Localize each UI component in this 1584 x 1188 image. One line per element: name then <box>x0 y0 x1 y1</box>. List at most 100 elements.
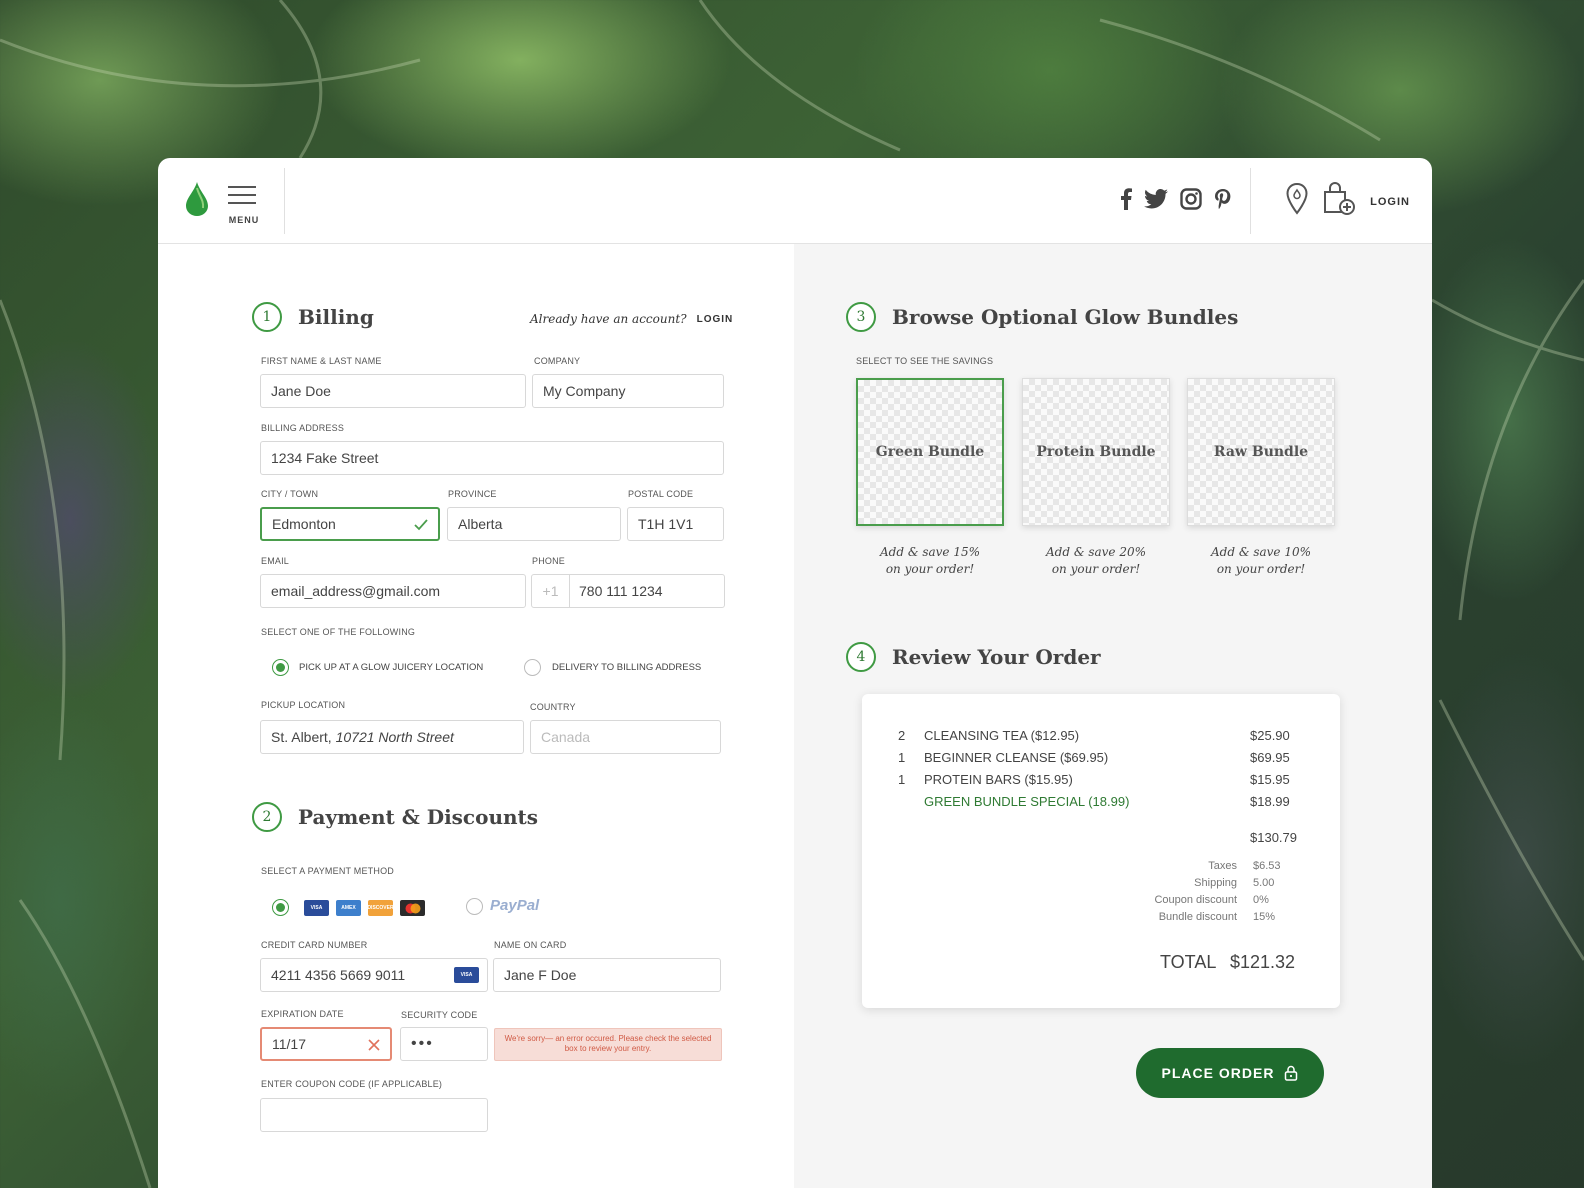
city-field[interactable]: Edmonton <box>260 507 440 541</box>
delivery-radio[interactable] <box>524 659 541 676</box>
name-field[interactable]: Jane Doe <box>260 374 526 408</box>
card-radio[interactable] <box>272 899 289 916</box>
paypal-logo[interactable]: PayPal <box>490 897 539 914</box>
coupon-field[interactable] <box>260 1098 488 1132</box>
bundle-line-item: GREEN BUNDLE SPECIAL (18.99) <box>924 794 1130 809</box>
discover-logo: DISCOVER <box>367 900 394 916</box>
total-value: $121.32 <box>1230 952 1296 972</box>
savings-line: Add & save 10% <box>1210 545 1312 559</box>
card-name-label: NAME ON CARD <box>494 940 567 950</box>
address-label: BILLING ADDRESS <box>261 423 345 433</box>
place-order-button[interactable]: PLACE ORDER <box>1136 1048 1324 1098</box>
account-nav: LOGIN <box>1286 182 1410 221</box>
expiration-value: 11/17 <box>272 1036 306 1052</box>
visa-badge: VISA <box>454 967 479 983</box>
pickup-option-label[interactable]: PICK UP AT A GLOW JUICERY LOCATION <box>299 662 483 673</box>
glow-logo[interactable] <box>186 182 208 216</box>
email-field[interactable]: email_address@gmail.com <box>260 574 526 608</box>
company-label: COMPANY <box>534 356 581 366</box>
delivery-select-label: SELECT ONE OF THE FOLLOWING <box>261 627 416 637</box>
bundle-name: Protein Bundle <box>1036 444 1156 460</box>
summary-label: Bundle discount <box>1158 911 1237 923</box>
cc-label: CREDIT CARD NUMBER <box>261 940 368 950</box>
amex-logo: AMEX <box>336 900 361 916</box>
bundle-name: Raw Bundle <box>1213 444 1309 460</box>
savings-line: Add & save 20% <box>1045 545 1147 559</box>
header-login-link[interactable]: LOGIN <box>1370 196 1410 208</box>
name-label: FIRST NAME & LAST NAME <box>261 356 382 366</box>
top-nav: MENU LOGIN <box>158 158 1432 244</box>
savings-line: Add & save 15% <box>879 545 981 559</box>
review-heading: 4 Review Your Order <box>846 642 1101 672</box>
step-number: 1 <box>252 302 282 332</box>
line-item: BEGINNER CLEANSE ($69.95) <box>924 750 1109 765</box>
left-column: 1 Billing Already have an account? LOGIN… <box>158 244 794 1188</box>
menu-button[interactable]: MENU <box>228 186 260 228</box>
delivery-option-label[interactable]: DELIVERY TO BILLING ADDRESS <box>552 662 701 673</box>
protein-bundle-card[interactable]: Protein Bundle <box>1022 378 1170 526</box>
line-price: $15.95 <box>1250 772 1290 787</box>
summary-value: 15% <box>1253 911 1276 923</box>
email-label: EMAIL <box>261 556 290 566</box>
summary-value: $6.53 <box>1253 860 1281 872</box>
summary-label: Coupon discount <box>1154 894 1237 906</box>
postal-label: POSTAL CODE <box>628 489 694 499</box>
lock-icon <box>1285 1065 1298 1081</box>
order-summary: 2 CLEANSING TEA ($12.95) $25.90 1 BEGINN… <box>862 694 1340 1008</box>
phone-value: 780 111 1234 <box>579 583 663 599</box>
address-field[interactable]: 1234 Fake Street <box>260 441 724 475</box>
bundle-savings: Add & save 10% on your order! <box>1186 544 1336 578</box>
line-price: $18.99 <box>1250 794 1290 809</box>
city-label: CITY / TOWN <box>261 489 319 499</box>
social-links <box>1120 188 1232 215</box>
line-item: PROTEIN BARS ($15.95) <box>924 772 1073 787</box>
pickup-city: St. Albert, <box>271 729 332 745</box>
expiration-field[interactable]: 11/17 <box>260 1027 392 1061</box>
bundles-heading: 3 Browse Optional Glow Bundles <box>846 302 1238 332</box>
cc-number-field[interactable]: 4211 4356 5669 9011 VISA <box>260 958 488 992</box>
line-price: $69.95 <box>1250 750 1290 765</box>
section-title: Review Your Order <box>892 645 1101 669</box>
savings-line: on your order! <box>1216 562 1306 576</box>
shopping-bag-add-icon[interactable] <box>1322 182 1356 221</box>
postal-field[interactable]: T1H 1V1 <box>627 507 724 541</box>
summary-label: Taxes <box>1208 860 1237 872</box>
total-label: TOTAL <box>1160 952 1217 972</box>
facebook-icon[interactable] <box>1120 188 1132 215</box>
section-title: Billing <box>298 305 374 329</box>
paypal-radio[interactable] <box>466 898 483 915</box>
step-number: 2 <box>252 802 282 832</box>
city-value: Edmonton <box>272 516 336 532</box>
company-field[interactable]: My Company <box>532 374 724 408</box>
twitter-icon[interactable] <box>1144 188 1168 214</box>
error-message: We're sorry— an error occured. Please ch… <box>494 1028 722 1061</box>
card-name-field[interactable]: Jane F Doe <box>493 958 721 992</box>
raw-bundle-card[interactable]: Raw Bundle <box>1187 378 1335 526</box>
pickup-radio[interactable] <box>272 659 289 676</box>
step-number: 4 <box>846 642 876 672</box>
step-number: 3 <box>846 302 876 332</box>
account-prompt-text: Already have an account? <box>530 312 687 326</box>
billing-login-link[interactable]: LOGIN <box>697 314 734 325</box>
province-label: PROVINCE <box>448 489 497 499</box>
summary-value: 0% <box>1253 894 1269 906</box>
subtotal: $130.79 <box>1250 830 1297 845</box>
security-code-field[interactable]: ••• <box>400 1027 488 1061</box>
instagram-icon[interactable] <box>1180 188 1202 215</box>
bundle-savings: Add & save 20% on your order! <box>1021 544 1171 578</box>
summary-value: 5.00 <box>1253 877 1275 889</box>
phone-field[interactable]: +1 780 111 1234 <box>531 574 725 608</box>
cc-number-value: 4211 4356 5669 9011 <box>271 967 406 983</box>
line-item: CLEANSING TEA ($12.95) <box>924 728 1080 743</box>
pickup-location-field[interactable]: St. Albert, 10721 North Street <box>260 720 524 754</box>
province-field[interactable]: Alberta <box>447 507 621 541</box>
place-order-label: PLACE ORDER <box>1161 1065 1275 1081</box>
account-prompt: Already have an account? LOGIN <box>530 312 733 326</box>
pinterest-icon[interactable] <box>1214 188 1232 215</box>
line-qty: 1 <box>898 750 906 765</box>
green-bundle-card[interactable]: Green Bundle <box>856 378 1004 526</box>
bundle-savings: Add & save 15% on your order! <box>855 544 1005 578</box>
country-field[interactable]: Canada <box>530 720 721 754</box>
location-pin-icon[interactable] <box>1286 182 1308 220</box>
bundles-subtitle: SELECT TO SEE THE SAVINGS <box>856 356 994 366</box>
